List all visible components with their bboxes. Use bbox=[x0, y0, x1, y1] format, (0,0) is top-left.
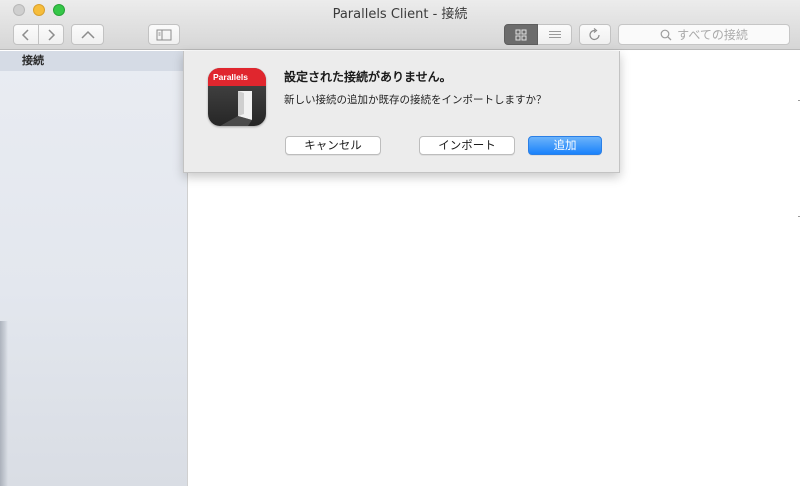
nav-buttons bbox=[13, 24, 64, 45]
sidebar: 接続 bbox=[0, 51, 188, 486]
sidebar-toggle-icon bbox=[156, 29, 172, 40]
dialog-title: 設定された接続がありません。 bbox=[284, 70, 452, 84]
chevron-right-icon bbox=[48, 28, 55, 41]
sidebar-item-connections[interactable]: 接続 bbox=[0, 51, 187, 71]
add-button[interactable]: 追加 bbox=[528, 136, 602, 155]
refresh-icon bbox=[589, 28, 600, 41]
up-button[interactable] bbox=[71, 24, 104, 45]
search-placeholder: すべての接続 bbox=[677, 28, 748, 42]
title-bar: Parallels Client - 接続 すべての接続 bbox=[0, 0, 800, 50]
search-icon bbox=[660, 29, 672, 40]
refresh-button[interactable] bbox=[579, 24, 611, 45]
forward-button[interactable] bbox=[38, 24, 64, 45]
view-mode-control bbox=[504, 24, 572, 45]
chevron-left-icon bbox=[21, 28, 29, 41]
import-button[interactable]: インポート bbox=[419, 136, 515, 155]
search-field[interactable]: すべての接続 bbox=[618, 24, 790, 45]
door-icon bbox=[220, 91, 252, 126]
no-connections-dialog: Parallels 設定された接続がありません。 新しい接続の追加か既存の接続を… bbox=[183, 51, 620, 173]
app-icon-label: Parallels bbox=[208, 68, 266, 86]
grid-view-icon bbox=[515, 29, 527, 40]
desktop-background-edge bbox=[0, 321, 8, 486]
chevron-up-icon bbox=[80, 30, 95, 39]
app-window: Parallels Client - 接続 すべての接続 接続 Parallel… bbox=[0, 0, 800, 486]
cancel-button[interactable]: キャンセル bbox=[285, 136, 381, 155]
list-view-button[interactable] bbox=[538, 24, 572, 45]
sidebar-toggle-button[interactable] bbox=[148, 24, 180, 45]
window-title: Parallels Client - 接続 bbox=[332, 7, 468, 22]
parallels-app-icon: Parallels bbox=[208, 68, 266, 126]
dialog-message: 新しい接続の追加か既存の接続をインポートしますか？ bbox=[284, 94, 547, 106]
back-button[interactable] bbox=[13, 24, 39, 45]
grid-view-button[interactable] bbox=[504, 24, 538, 45]
list-view-icon bbox=[548, 30, 561, 38]
